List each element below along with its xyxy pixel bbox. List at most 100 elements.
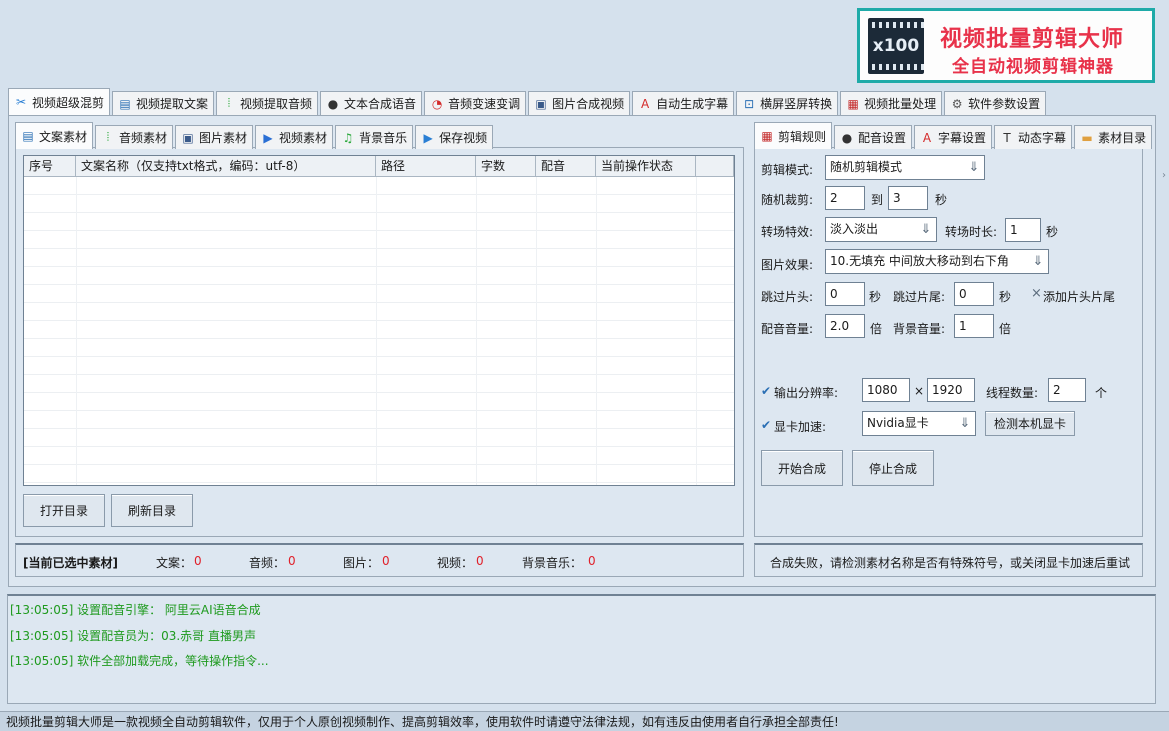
column-header[interactable]: 文案名称（仅支持txt格式，编码：utf-8） <box>76 156 376 176</box>
edit-mode-label: 剪辑模式: <box>761 163 814 177</box>
to-label: 到 <box>871 193 884 207</box>
transition-duration-input[interactable]: 1 <box>1005 218 1041 242</box>
times-unit: 倍 <box>870 322 883 336</box>
audio-count-label: 音频： <box>249 556 286 570</box>
status-title: [当前已选中素材] <box>23 556 118 570</box>
column-header[interactable]: 路径 <box>376 156 476 176</box>
x100-logo: x100 <box>868 18 924 74</box>
edit-mode-select[interactable]: 随机剪辑模式 ⇓ <box>825 155 985 180</box>
video-count-label: 视频： <box>437 556 474 570</box>
main-tab-2[interactable]: ▤ 视频提取文案 <box>112 91 215 115</box>
audio-count: 0 <box>288 554 296 568</box>
dropdown-arrow-icon[interactable]: ⇓ <box>957 414 973 433</box>
column-header[interactable]: 字数 <box>476 156 536 176</box>
bg-volume-input[interactable]: 1 <box>954 314 994 338</box>
main-tab-1[interactable]: ✂ 视频超级混剪 <box>8 88 111 115</box>
random-cut-from-input[interactable]: 2 <box>825 186 865 210</box>
error-message: 合成失败，请检测素材名称是否有特殊符号，或关闭显卡加速后重试 <box>770 556 1131 570</box>
material-tab-6[interactable]: ▶ 保存视频 <box>415 125 494 149</box>
start-compose-button[interactable]: 开始合成 <box>761 450 843 486</box>
material-tab-bar: ▤ 文案素材 ⦙ 音频素材 ▣ 图片素材 ▶ 视频素材 ♫ 背景音乐 ▶ 保存视频 <box>15 122 495 149</box>
stop-compose-button[interactable]: 停止合成 <box>852 450 934 486</box>
audio-wave-icon: ⦙ <box>106 130 110 144</box>
refresh-directory-button[interactable]: 刷新目录 <box>111 494 193 527</box>
gpu-select[interactable]: Nvidia显卡 ⇓ <box>862 411 976 436</box>
film-icon: ▦ <box>761 129 773 143</box>
subtitle-a-icon: A <box>640 96 650 111</box>
threads-input[interactable]: 2 <box>1048 378 1086 402</box>
image-effect-label: 图片效果: <box>761 258 814 272</box>
transition-select[interactable]: 淡入淡出 ⇓ <box>825 217 937 242</box>
document-icon: ▤ <box>22 129 34 143</box>
save-video-icon: ▶ <box>423 130 433 145</box>
logo-text: x100 <box>872 36 920 56</box>
transition-label: 转场特效: <box>761 225 814 239</box>
voice-volume-label: 配音音量: <box>761 322 814 336</box>
play-icon: ▶ <box>263 130 273 145</box>
main-tab-4[interactable]: ● 文本合成语音 <box>320 91 423 115</box>
settings-tab-4[interactable]: T 动态字幕 <box>994 125 1073 149</box>
film-icon: ▦ <box>847 96 859 111</box>
voice-volume-input[interactable]: 2.0 <box>825 314 865 338</box>
video-count: 0 <box>476 554 484 568</box>
image-effect-select[interactable]: 10.无填充 中间放大移动到右下角 ⇓ <box>825 249 1049 274</box>
column-header[interactable]: 当前操作状态 <box>596 156 696 176</box>
gpu-value: Nvidia显卡 <box>867 416 929 430</box>
resolution-width-input[interactable]: 1080 <box>862 378 910 402</box>
material-tab-1[interactable]: ▤ 文案素材 <box>15 122 94 149</box>
text-count: 0 <box>194 554 202 568</box>
skip-head-label: 跳过片头: <box>761 290 814 304</box>
check-icon[interactable]: ✔ <box>761 384 771 398</box>
material-tab-3[interactable]: ▣ 图片素材 <box>175 125 254 149</box>
settings-tab-2[interactable]: ● 配音设置 <box>834 125 913 149</box>
material-tab-5[interactable]: ♫ 背景音乐 <box>335 125 414 149</box>
open-directory-button[interactable]: 打开目录 <box>23 494 105 527</box>
bgm-count: 0 <box>588 554 596 568</box>
main-tab-3[interactable]: ⦙ 视频提取音频 <box>216 91 319 115</box>
material-tab-2[interactable]: ⦙ 音频素材 <box>95 125 174 149</box>
settings-tab-1[interactable]: ▦ 剪辑规则 <box>754 122 833 149</box>
detect-gpu-button[interactable]: 检测本机显卡 <box>985 411 1075 436</box>
log-line: [13:05:05] 设置配音员为：03.赤哥 直播男声 <box>10 629 256 643</box>
check-icon[interactable]: ✔ <box>761 418 771 432</box>
image-effect-value: 10.无填充 中间放大移动到右下角 <box>830 254 1009 268</box>
log-console[interactable]: [13:05:05] 设置配音引擎： 阿里云AI语音合成 [13:05:05] … <box>7 594 1156 704</box>
material-tab-4[interactable]: ▶ 视频素材 <box>255 125 334 149</box>
column-header[interactable] <box>696 156 734 176</box>
skip-head-input[interactable]: 0 <box>825 282 865 306</box>
dropdown-arrow-icon[interactable]: ⇓ <box>1030 252 1046 271</box>
dropdown-arrow-icon[interactable]: ⇓ <box>966 158 982 177</box>
tab-label: 自动生成字幕 <box>656 97 729 111</box>
dropdown-arrow-icon[interactable]: ⇓ <box>918 220 934 239</box>
gpu-label: 显卡加速: <box>774 420 827 434</box>
skip-tail-input[interactable]: 0 <box>954 282 994 306</box>
tab-label: 音频变速变调 <box>448 97 521 111</box>
tab-label: 视频提取音频 <box>240 97 313 111</box>
add-head-tail-link[interactable]: 添加片头片尾 <box>1043 288 1115 305</box>
settings-tab-3[interactable]: A 字幕设置 <box>914 125 993 149</box>
settings-tab-5[interactable]: ▬ 素材目录 <box>1074 125 1153 149</box>
material-table[interactable]: 序号 文案名称（仅支持txt格式，编码：utf-8） 路径 字数 配音 当前操作… <box>23 155 735 486</box>
tab-label: 字幕设置 <box>938 131 987 145</box>
column-header[interactable]: 配音 <box>536 156 596 176</box>
banner-title: 视频批量剪辑大师 <box>940 27 1125 52</box>
main-tab-9[interactable]: ▦ 视频批量处理 <box>840 91 943 115</box>
transition-duration-label: 转场时长: <box>945 225 998 239</box>
tab-label: 背景音乐 <box>359 131 408 145</box>
rotate-screen-icon: ⊡ <box>744 96 755 111</box>
tab-label: 配音设置 <box>858 131 907 145</box>
main-tab-10[interactable]: ⚙ 软件参数设置 <box>944 91 1047 115</box>
random-cut-to-input[interactable]: 3 <box>888 186 928 210</box>
tab-label: 图片合成视频 <box>552 97 625 111</box>
resolution-height-input[interactable]: 1920 <box>927 378 975 402</box>
error-message-box: 合成失败，请检测素材名称是否有特殊符号，或关闭显卡加速后重试 <box>754 543 1143 577</box>
text-count-label: 文案： <box>156 556 193 570</box>
main-tab-6[interactable]: ▣ 图片合成视频 <box>528 91 631 115</box>
column-header[interactable]: 序号 <box>24 156 76 176</box>
main-tab-5[interactable]: ◔ 音频变速变调 <box>424 91 527 115</box>
tab-label: 文本合成语音 <box>344 97 417 111</box>
tab-label: 视频超级混剪 <box>32 95 105 110</box>
main-tab-7[interactable]: A 自动生成字幕 <box>632 91 735 115</box>
close-x-icon[interactable]: × <box>1031 286 1042 301</box>
main-tab-8[interactable]: ⊡ 横屏竖屏转换 <box>736 91 839 115</box>
